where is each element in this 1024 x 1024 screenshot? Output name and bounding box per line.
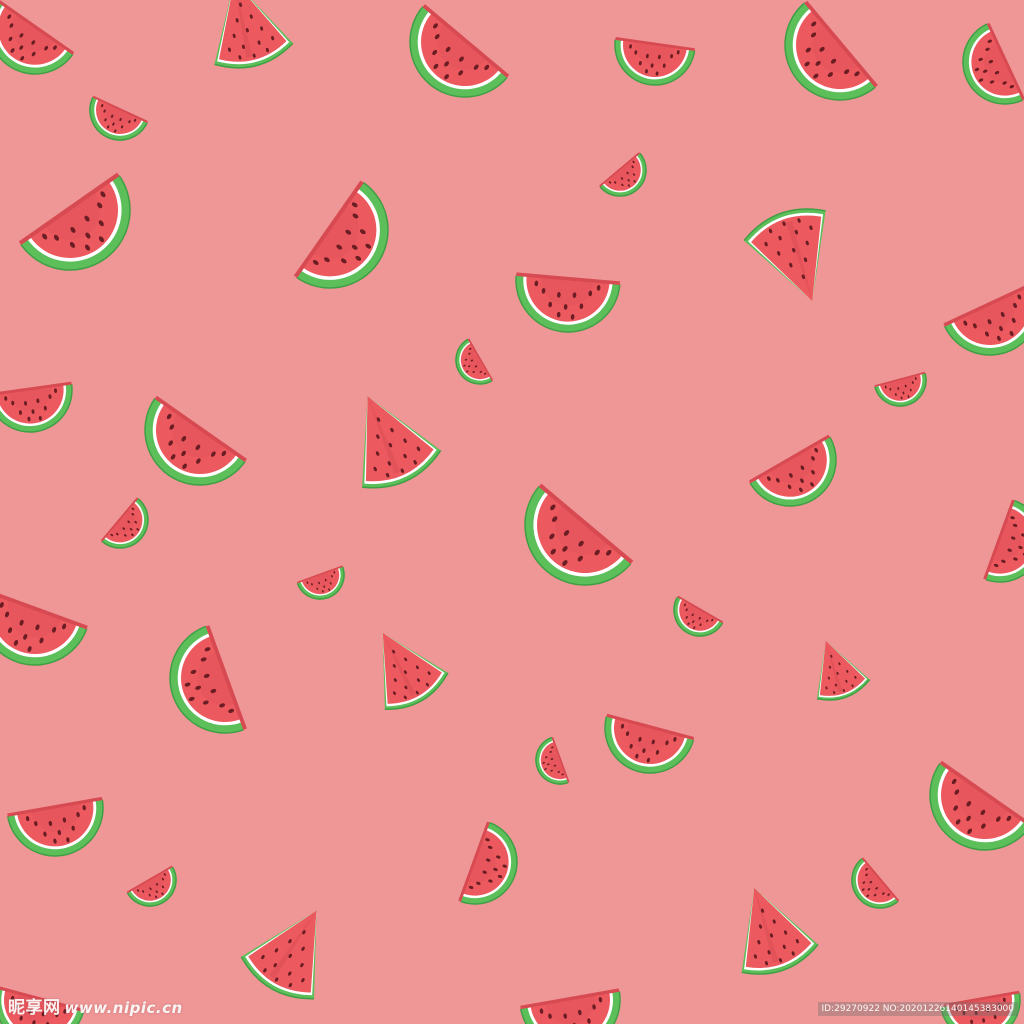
watermark-logo-text: 昵享网 [8,998,61,1018]
watermelon-pattern [0,0,1024,1024]
watermark-site-text: www.nipic.cn [64,999,183,1017]
watermark-id: ID:29270922 NO:20201226140145383000 [817,1002,1018,1016]
watermark-logo: 昵享网 www.nipic.cn [8,993,183,1018]
pattern-svg [0,0,1024,1024]
